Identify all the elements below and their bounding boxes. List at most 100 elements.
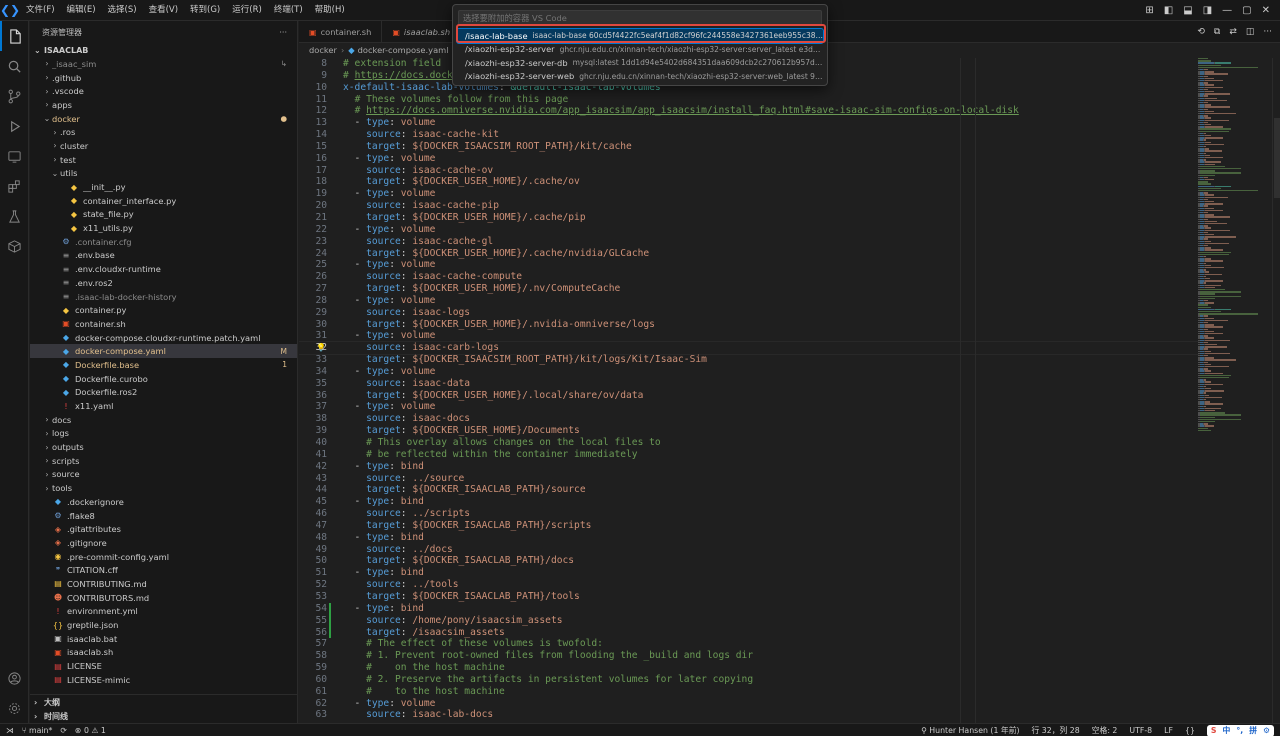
cursor-position[interactable]: 行 32，列 28 [1032, 725, 1080, 736]
tree-file[interactable]: ❞ CITATION.cff [30, 563, 297, 577]
breadcrumb-item[interactable]: docker [309, 45, 337, 55]
explorer-more-button[interactable]: ··· [279, 28, 287, 37]
search-icon[interactable] [0, 51, 29, 81]
tree-file[interactable]: ◆ x11_utils.py [30, 221, 297, 235]
remote-indicator-icon[interactable]: ⋊ [6, 726, 14, 735]
menu-item[interactable]: 帮助(H) [309, 0, 351, 21]
containers-icon[interactable] [0, 231, 29, 261]
menu-item[interactable]: 运行(R) [226, 0, 268, 21]
breadcrumb-item[interactable]: docker-compose.yaml [358, 45, 449, 55]
tree-file[interactable]: ◆ container.py [30, 303, 297, 317]
lightbulb-icon[interactable]: 💡 [316, 342, 326, 354]
end-of-line[interactable]: LF [1164, 726, 1173, 735]
tree-file[interactable]: ◆ .dockerignore [30, 495, 297, 509]
scrollbar-thumb[interactable] [1274, 118, 1280, 198]
minimap[interactable] [1196, 58, 1272, 723]
remote-explorer-icon[interactable] [0, 141, 29, 171]
tab-container-sh[interactable]: ▣ container.sh [299, 21, 383, 43]
indentation[interactable]: 空格: 2 [1092, 725, 1118, 736]
toggle-secondary-sidebar-icon[interactable]: ◨ [1203, 5, 1212, 16]
toggle-panel-icon[interactable]: ⬓ [1183, 5, 1192, 16]
tree-folder[interactable]: › apps [30, 98, 297, 112]
timeline-section[interactable]: › 时间线 [30, 709, 297, 723]
tree-file[interactable]: ! environment.yml [30, 605, 297, 619]
outline-section[interactable]: › 大纲 [30, 695, 297, 709]
compare-icon[interactable]: ⇄ [1229, 27, 1237, 37]
tree-file[interactable]: ◈ .gitignore [30, 536, 297, 550]
maximize-icon[interactable]: ▢ [1242, 5, 1251, 16]
quick-pick-item[interactable]: /isaac-lab-base isaac-lab-base 60cd5f4422… [456, 28, 824, 44]
tree-file[interactable]: ▣ isaaclab.bat [30, 632, 297, 646]
tree-folder[interactable]: › scripts [30, 454, 297, 468]
tree-folder[interactable]: › .ros [30, 125, 297, 139]
open-changes-icon[interactable]: ⧉ [1214, 27, 1220, 37]
split-editor-icon[interactable]: ◫ [1246, 27, 1255, 37]
tab-isaaclab-sh[interactable]: ▣ isaaclab.sh [382, 21, 462, 43]
tree-folder[interactable]: › docs [30, 413, 297, 427]
tree-file[interactable]: ≡ .env.base [30, 249, 297, 263]
tree-file[interactable]: ☻ CONTRIBUTORS.md [30, 591, 297, 605]
tree-file[interactable]: ◆ docker-compose.yaml M [30, 344, 297, 359]
encoding[interactable]: UTF-8 [1129, 726, 1152, 735]
tree-file[interactable]: ◆ container_interface.py [30, 194, 297, 208]
menu-item[interactable]: 转到(G) [184, 0, 226, 21]
tree-file[interactable]: ≡ .env.cloudxr-runtime [30, 262, 297, 276]
quick-pick-item[interactable]: /xiaozhi-esp32-server-web ghcr.nju.edu.cn… [457, 70, 823, 84]
tree-file[interactable]: ▤ LICENSE-mimic [30, 673, 297, 687]
tree-folder[interactable]: › tools [30, 481, 297, 495]
ime-toolbar[interactable]: S 中 °, 拼 ⚙ [1206, 724, 1274, 736]
menu-item[interactable]: 编辑(E) [61, 0, 102, 21]
explorer-icon[interactable] [0, 21, 29, 51]
editor-scrollbar[interactable] [1272, 58, 1280, 723]
menu-item[interactable]: 文件(F) [20, 0, 61, 21]
tree-folder[interactable]: ⌄ utils [30, 167, 297, 181]
menu-item[interactable]: 终端(T) [268, 0, 309, 21]
tree-file[interactable]: ▣ container.sh [30, 317, 297, 331]
extensions-icon[interactable] [0, 171, 29, 201]
toggle-sidebar-icon[interactable]: ◧ [1164, 5, 1173, 16]
tree-file[interactable]: ▣ isaaclab.sh [30, 646, 297, 660]
tree-folder[interactable]: › cluster [30, 139, 297, 153]
source-control-icon[interactable] [0, 81, 29, 111]
more-actions-icon[interactable]: ··· [1263, 27, 1272, 37]
tree-folder[interactable]: › logs [30, 427, 297, 441]
sync-button[interactable]: ⟳ [60, 726, 67, 735]
problems-indicator[interactable]: ⊗ 0 ⚠ 1 [75, 726, 106, 735]
language-mode[interactable]: {} [1185, 726, 1195, 735]
tree-folder[interactable]: › outputs [30, 440, 297, 454]
close-icon[interactable]: ✕ [1262, 5, 1270, 16]
tree-file[interactable]: {} greptile.json [30, 618, 297, 632]
tree-folder[interactable]: ⌄ docker ● [30, 112, 297, 126]
tree-file[interactable]: ⚙ .flake8 [30, 509, 297, 523]
testing-icon[interactable] [0, 201, 29, 231]
tree-file[interactable]: ◉ .pre-commit-config.yaml [30, 550, 297, 564]
manage-gear-icon[interactable] [0, 693, 29, 723]
timeline-history-icon[interactable]: ⟲ [1197, 27, 1205, 37]
menu-item[interactable]: 选择(S) [102, 0, 143, 21]
tree-file[interactable]: ◆ Dockerfile.base 1 [30, 358, 297, 372]
tree-file[interactable]: ◈ .gitattributes [30, 522, 297, 536]
quick-pick-item[interactable]: /xiaozhi-esp32-server ghcr.nju.edu.cn/xin… [457, 43, 823, 57]
menu-item[interactable]: 查看(V) [143, 0, 184, 21]
run-debug-icon[interactable] [0, 111, 29, 141]
tree-file[interactable]: ≡ .isaac-lab-docker-history [30, 290, 297, 304]
tree-file[interactable]: ▤ CONTRIBUTING.md [30, 577, 297, 591]
branch-indicator[interactable]: ⑂ main* [22, 726, 53, 735]
code-editor[interactable]: 8 # extension field 9 # https://docs.docker… [299, 58, 1199, 723]
quick-pick-item[interactable]: /xiaozhi-esp32-server-db mysql:latest 1dd… [457, 56, 823, 70]
tree-folder[interactable]: › source [30, 468, 297, 482]
tree-file[interactable]: ! x11.yaml [30, 399, 297, 413]
git-blame[interactable]: ⚲ Hunter Hansen (1 年前) [921, 725, 1019, 736]
tree-folder[interactable]: › .vscode [30, 84, 297, 98]
tree-folder[interactable]: › test [30, 153, 297, 167]
tree-file[interactable]: ◆ Dockerfile.curobo [30, 372, 297, 386]
tree-file[interactable]: ▤ LICENSE [30, 659, 297, 673]
tree-file[interactable]: ◆ docker-compose.cloudxr-runtime.patch.ya… [30, 331, 297, 345]
tree-folder[interactable]: › _isaac_sim ↳ [30, 57, 297, 71]
tree-file[interactable]: ≡ .env.ros2 [30, 276, 297, 290]
tree-file[interactable]: ◆ Dockerfile.ros2 [30, 386, 297, 400]
tree-file[interactable]: ◆ __init__.py [30, 180, 297, 194]
tree-folder[interactable]: › .github [30, 71, 297, 85]
minimize-icon[interactable]: — [1222, 5, 1232, 16]
quick-pick-input[interactable] [458, 10, 822, 25]
